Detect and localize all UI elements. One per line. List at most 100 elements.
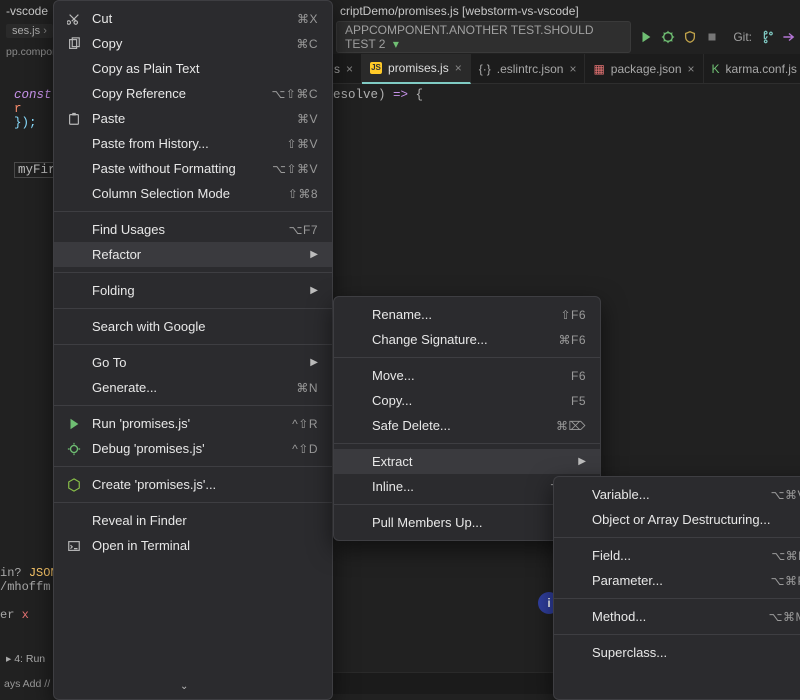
close-icon[interactable]: × [346,62,353,76]
menu-item-cut[interactable]: Cut⌘X [54,6,332,31]
menu-item-shortcut: ⌘X [297,12,318,26]
menu-item-safe-delete[interactable]: Safe Delete...⌘⌦ [334,413,600,438]
menu-item-refactor[interactable]: Refactor▶ [54,242,332,267]
stop-icon[interactable] [705,30,719,44]
menu-separator [54,308,332,309]
close-icon[interactable]: × [688,62,695,76]
coverage-icon[interactable] [683,30,697,44]
menu-item-generate[interactable]: Generate...⌘N [54,375,332,400]
menu-item-search-with-google[interactable]: Search with Google [54,314,332,339]
menu-item-paste-without-formatting[interactable]: Paste without Formatting⌥⇧⌘V [54,156,332,181]
menu-item-shortcut: ⌥⇧⌘C [271,87,318,101]
context-menu-extract: Variable... ⌥⌘V Object or Array Destructur… [553,476,800,700]
submenu-arrow-icon: ▶ [310,357,318,368]
menu-item-paste[interactable]: Paste⌘V [54,106,332,131]
menu-separator [334,443,600,444]
menu-item-debug-promises-js[interactable]: Debug 'promises.js' ^⇧D [54,436,332,461]
close-icon[interactable]: × [455,61,462,75]
menu-item-variable[interactable]: Variable... ⌥⌘V [554,482,800,507]
menu-item-shortcut: ⌘⌦ [556,419,586,433]
menu-item-shortcut: ⌥⌘V [771,488,800,502]
term-icon [66,539,82,553]
menu-item-label: Search with Google [92,319,318,334]
file-tab-partial[interactable]: ses.js › [6,24,53,38]
menu-item-reveal-in-finder[interactable]: Reveal in Finder [54,508,332,533]
menu-item-shortcut: ⌥⌘P [771,574,800,588]
menu-separator [54,272,332,273]
menu-item-paste-from-history[interactable]: Paste from History...⇧⌘V [54,131,332,156]
tab-package[interactable]: ▦package.json × [585,54,703,83]
menu-item-label: Reveal in Finder [92,513,318,528]
menu-item-extract[interactable]: Extract ▶ [334,449,600,474]
copy-icon [66,37,82,51]
menu-item-label: Extract [372,454,560,469]
menu-item-shortcut: F6 [571,369,586,383]
menu-item-move[interactable]: Move...F6 [334,363,600,388]
menu-item-label: Paste without Formatting [92,161,262,176]
editor-left-slice: const r }); myFir [0,68,53,428]
menu-item-superclass[interactable]: Superclass... [554,640,800,665]
menu-item-label: Find Usages [92,222,279,237]
paste-icon [66,112,82,126]
menu-item-open-in-terminal[interactable]: Open in Terminal [54,533,332,558]
menu-item-label: Debug 'promises.js' [92,441,282,456]
menu-item-label: Go To [92,355,292,370]
debug-icon[interactable] [661,30,675,44]
run-tool-window-tab[interactable]: ▸ 4: Run [0,650,51,668]
tab-promises[interactable]: JSpromises.js × [362,54,471,84]
menu-item-label: Change Signature... [372,332,548,347]
tab-eslintrc[interactable]: {·}.eslintrc.json × [471,54,586,83]
git-branch-icon[interactable] [760,30,774,44]
run-config-selector[interactable]: APPCOMPONENT.ANOTHER TEST.SHOULD TEST 2 … [336,21,631,53]
menu-item-copy-reference[interactable]: Copy Reference ⌥⇧⌘C [54,81,332,106]
menu-item-label: Method... [592,609,759,624]
menu-item-shortcut: ⌘V [297,112,318,126]
menu-item-create-promises-js[interactable]: Create 'promises.js'... [54,472,332,497]
npm-icon: ▦ [593,62,604,76]
menu-item-find-usages[interactable]: Find Usages⌥F7 [54,217,332,242]
menu-item-shortcut: ⇧F6 [560,308,586,322]
menu-item-go-to[interactable]: Go To ▶ [54,350,332,375]
menu-item-label: Superclass... [592,645,800,660]
menu-separator [54,502,332,503]
editor-code[interactable]: esolve) => { [333,88,423,102]
git-push-icon[interactable] [782,30,796,44]
menu-item-column-selection-mode[interactable]: Column Selection Mode⇧⌘8 [54,181,332,206]
menu-item-label: Copy [92,36,286,51]
menu-item-label: Copy Reference [92,86,261,101]
menu-item-label: Inline... [372,479,540,494]
menu-item-rename[interactable]: Rename...⇧F6 [334,302,600,327]
menu-item-shortcut: ⌘F6 [558,333,586,347]
menu-item-shortcut: ⌥⌘F [771,549,800,563]
tab-karma[interactable]: Kkarma.conf.js × [704,54,800,83]
submenu-arrow-icon: ▶ [310,249,318,260]
menu-item-field[interactable]: Field...⌥⌘F [554,543,800,568]
submenu-arrow-icon: ▶ [310,285,318,296]
menu-item-run-promises-js[interactable]: Run 'promises.js'^⇧R [54,411,332,436]
menu-item-folding[interactable]: Folding▶ [54,278,332,303]
menu-item-copy[interactable]: Copy...F5 [334,388,600,413]
run-icon [66,417,82,431]
menu-item-shortcut: ⇧⌘V [286,137,318,151]
debug-icon [66,442,82,456]
run-icon[interactable] [639,30,653,44]
menu-overflow-icon[interactable]: ⌄ [180,681,188,692]
json-icon: {·} [479,62,491,76]
menu-item-object-or-array-destructuring[interactable]: Object or Array Destructuring... [554,507,800,532]
menu-item-label: Copy as Plain Text [92,61,318,76]
menu-item-copy-as-plain-text[interactable]: Copy as Plain Text [54,56,332,81]
menu-separator [54,405,332,406]
menu-separator [554,598,800,599]
menu-item-change-signature[interactable]: Change Signature... ⌘F6 [334,327,600,352]
menu-item-shortcut: ^⇧D [292,442,318,456]
close-icon[interactable]: × [569,62,576,76]
menu-item-parameter[interactable]: Parameter...⌥⌘P [554,568,800,593]
menu-item-shortcut: ⌥⌘M [769,610,800,624]
context-menu-main: Cut⌘XCopy⌘C Copy as Plain Text Copy Refere… [53,0,333,700]
submenu-arrow-icon: ▶ [578,456,586,467]
menu-item-label: Open in Terminal [92,538,318,553]
menu-item-label: Variable... [592,487,761,502]
menu-item-method[interactable]: Method... ⌥⌘M [554,604,800,629]
cut-icon [66,12,82,26]
menu-item-copy[interactable]: Copy⌘C [54,31,332,56]
